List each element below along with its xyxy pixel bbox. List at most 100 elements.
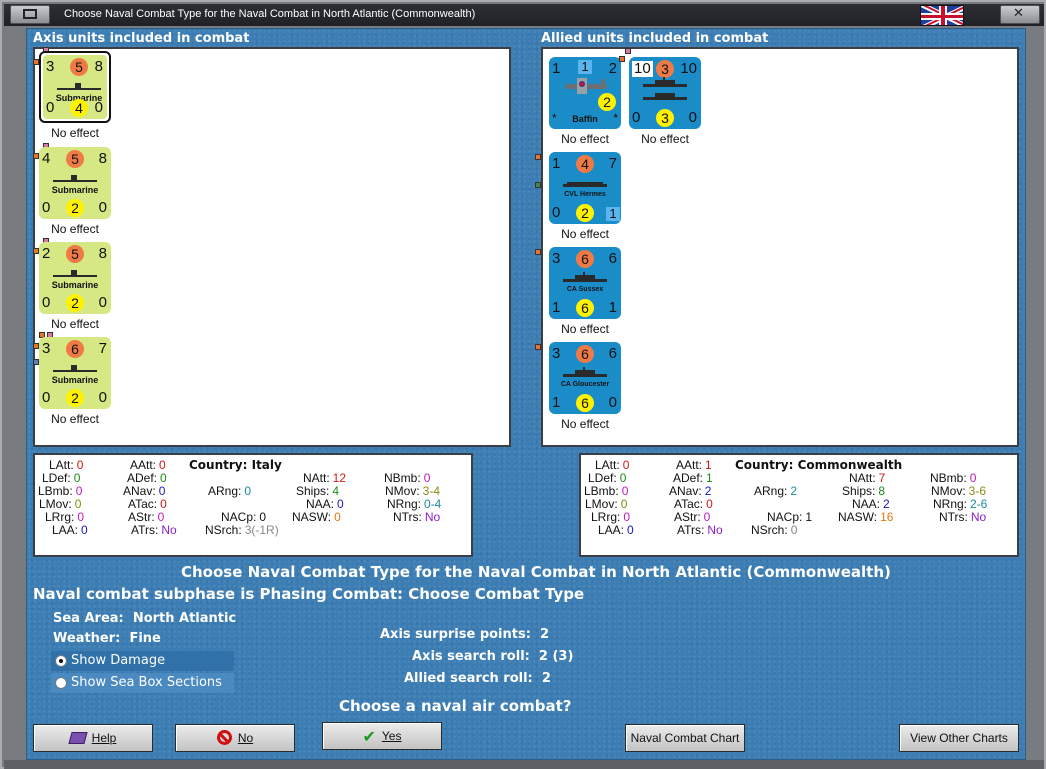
unit-counter[interactable]: 3 6 7 Submarine 0 2 0 <box>39 337 111 409</box>
stat-ntrs: NTrs: No <box>939 510 987 524</box>
unit-counter[interactable]: 3 6 6 CA Gloucester 1 6 0 <box>549 342 621 414</box>
axis-country: Country: Italy <box>189 458 282 472</box>
combat-effect: No effect <box>561 417 609 431</box>
other-charts-label: View Other Charts <box>910 731 1008 745</box>
defense-value: 2 <box>576 204 594 222</box>
counter-tl: 2 <box>42 245 51 262</box>
combat-effect: No effect <box>641 132 689 146</box>
unit-name: CA Sussex <box>566 286 604 293</box>
unit-counter[interactable]: 2 5 8 Submarine 0 2 0 <box>39 242 111 314</box>
axis-unit-4[interactable]: 3 6 7 Submarine 0 2 0 No effect <box>31 332 111 429</box>
counter-tr: 7 <box>608 155 617 172</box>
help-book-icon <box>68 731 88 744</box>
counter-bl: 0 <box>42 294 51 311</box>
axis-units-panel[interactable]: 3 5 8 Submarine 0 4 0 No effect 4 5 8 Su… <box>33 47 511 447</box>
axis-unit-1[interactable]: 3 5 8 Submarine 0 4 0 No effect <box>31 47 111 143</box>
allied-unit-baffin[interactable]: 1 1 2 2 * Baffin * No effect <box>541 57 621 149</box>
radio-selected-icon[interactable] <box>55 655 67 667</box>
allied-stats-panel: LAtt: 0 LDef: 0 LBmb: 0 LMov: 0 LRrg: 0 LAA: 0… <box>579 453 1019 557</box>
unit-counter[interactable]: 10 3 10 0 3 0 <box>629 57 701 129</box>
subphase-text: Naval combat subphase is Phasing Combat:… <box>33 585 585 603</box>
axis-unit-2[interactable]: 4 5 8 Submarine 0 2 0 No effect <box>31 143 111 239</box>
unit-counter[interactable]: 3 6 6 CA Sussex 1 6 1 <box>549 247 621 319</box>
attack-value: 5 <box>66 245 84 263</box>
submarine-icon <box>53 269 97 277</box>
attack-value: 6 <box>576 250 594 268</box>
submarine-icon <box>57 82 101 90</box>
unit-name: Submarine <box>51 185 99 195</box>
window-title: Choose Naval Combat Type for the Naval C… <box>64 8 476 20</box>
naval-combat-chart-button[interactable]: Naval Combat Chart <box>625 724 745 752</box>
weather: Weather: Fine <box>53 631 161 646</box>
counter-bl: 0 <box>42 389 51 406</box>
stat-atrs: ATrs: No <box>677 523 723 537</box>
title-bar: Choose Naval Combat Type for the Naval C… <box>4 4 1044 26</box>
submarine-icon <box>53 364 97 372</box>
radio-unselected-icon[interactable] <box>55 677 67 689</box>
counter-tl: 1 <box>552 155 561 172</box>
allied-unit-stack[interactable]: 10 3 10 0 3 0 No effect <box>619 48 701 149</box>
attack-value: 5 <box>70 58 88 76</box>
counter-tl: 3 <box>46 58 55 75</box>
close-button[interactable]: ✕ <box>1000 5 1040 24</box>
combat-effect: No effect <box>51 126 99 140</box>
question-text: Choose a naval air combat? <box>339 697 572 715</box>
help-button[interactable]: Help <box>33 724 153 752</box>
counter-tl: 10 <box>632 60 653 77</box>
status-marker <box>619 56 625 62</box>
allied-units-panel[interactable]: 1 1 2 2 * Baffin * No effect 10 3 10 0 3… <box>535 47 1019 447</box>
unit-counter[interactable]: 1 4 7 CVL Hermes 0 2 1 <box>549 152 621 224</box>
ship-stack-icon <box>643 77 687 87</box>
defense-value: 2 <box>66 389 84 407</box>
axis-surprise: Axis surprise points: 2 <box>380 627 550 642</box>
show-damage-option[interactable]: Show Damage <box>51 651 234 671</box>
axis-search: Axis search roll: 2 (3) <box>412 649 574 664</box>
defense-value: 3 <box>656 109 674 127</box>
defense-value: 2 <box>598 93 616 111</box>
attack-value: 3 <box>656 60 674 78</box>
show-sea-box-option[interactable]: Show Sea Box Sections <box>51 673 234 693</box>
counter-tr: 6 <box>608 345 617 362</box>
yes-button[interactable]: ✔ Yes <box>322 722 442 750</box>
attack-value: 4 <box>576 155 594 173</box>
help-label: Help <box>91 731 117 745</box>
counter-bl: 0 <box>632 109 641 126</box>
no-button[interactable]: No <box>175 724 295 752</box>
defense-value: 6 <box>576 299 594 317</box>
window-menu-button[interactable] <box>10 5 50 24</box>
unit-counter[interactable]: 3 5 8 Submarine 0 4 0 <box>39 51 111 123</box>
counter-tr: 10 <box>680 60 697 77</box>
close-icon: ✕ <box>1013 6 1024 21</box>
axis-stats-panel: LAtt: 0 LDef: 0 LBmb: 0 LMov: 0 LRrg: 0 LAA: 0… <box>33 453 473 557</box>
counter-br: 0 <box>98 389 107 406</box>
axis-unit-3[interactable]: 2 5 8 Submarine 0 2 0 No effect <box>31 238 111 334</box>
show-damage-label: Show Damage <box>71 653 166 668</box>
allied-unit-gloucester[interactable]: 3 6 6 CA Gloucester 1 6 0 No effect <box>535 342 621 434</box>
counter-bl: 1 <box>552 394 561 411</box>
attack-value: 6 <box>576 345 594 363</box>
combat-effect: No effect <box>51 412 99 426</box>
counter-tl: 3 <box>552 345 561 362</box>
allied-country: Country: Commonwealth <box>735 458 903 472</box>
no-entry-icon <box>216 730 232 746</box>
allied-unit-hermes[interactable]: 1 4 7 CVL Hermes 0 2 1 No effect <box>535 152 621 244</box>
stat-atrs: ATrs: No <box>131 523 177 537</box>
unit-counter[interactable]: 1 1 2 2 * Baffin * <box>549 57 621 129</box>
unit-name: CA Gloucester <box>560 381 610 388</box>
counter-br: 0 <box>688 109 697 126</box>
ship-stack-icon <box>643 90 687 100</box>
unit-name: CVL Hermes <box>564 191 606 198</box>
counter-tl: 3 <box>42 340 51 357</box>
status-marker <box>535 344 541 350</box>
view-other-charts-button[interactable]: View Other Charts <box>899 724 1019 752</box>
stat-arng: ARng: 0 <box>208 484 252 498</box>
allied-unit-sussex[interactable]: 3 6 6 CA Sussex 1 6 1 No effect <box>535 247 621 339</box>
star-right: * <box>613 111 618 125</box>
no-label: No <box>237 731 254 745</box>
status-marker <box>535 249 541 255</box>
unit-counter[interactable]: 4 5 8 Submarine 0 2 0 <box>39 147 111 219</box>
counter-tr: 6 <box>608 250 617 267</box>
stat-nasw: NASW: 0 <box>292 510 341 524</box>
dialog-heading: Choose Naval Combat Type for the Naval C… <box>181 563 891 581</box>
unit-name: Submarine <box>51 280 99 290</box>
